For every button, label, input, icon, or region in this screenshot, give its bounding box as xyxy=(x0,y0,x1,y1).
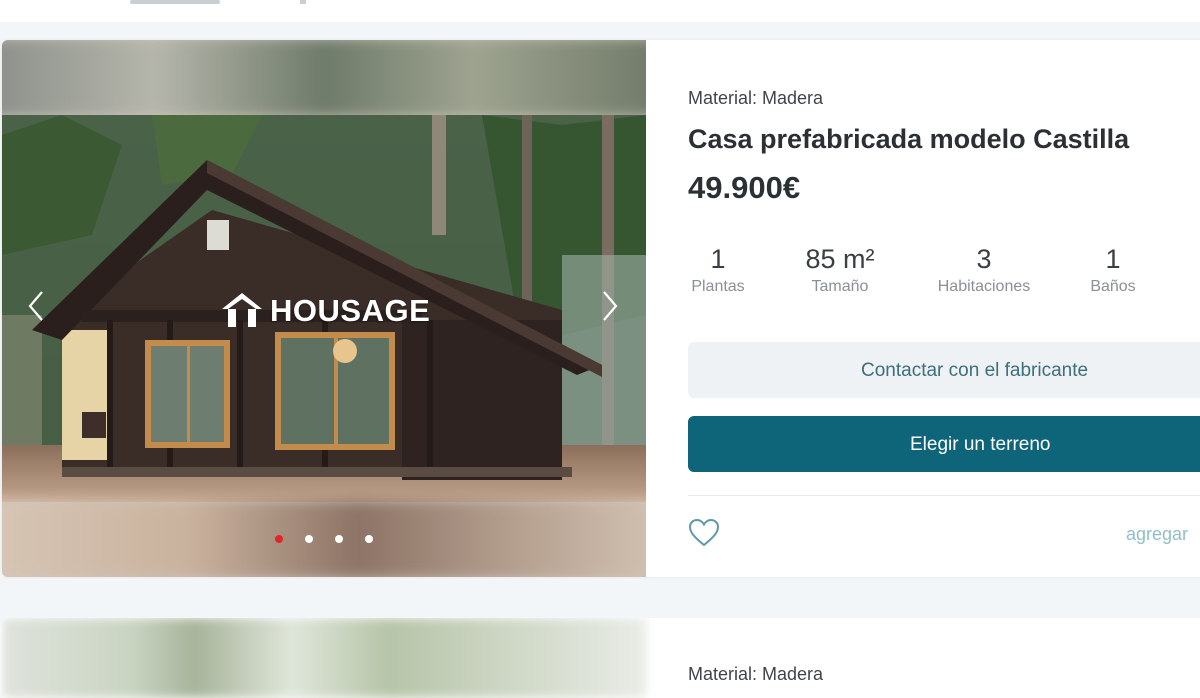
heart-icon xyxy=(688,518,720,547)
stat-floors: 1 Plantas xyxy=(688,242,748,296)
stat-bathrooms: 1 Baños xyxy=(1086,242,1140,296)
listing-price: 49.900€ xyxy=(688,170,801,205)
stat-label: Plantas xyxy=(691,278,745,295)
stat-value: 1 xyxy=(710,244,726,274)
image-gallery: HOUSAGE xyxy=(2,40,646,577)
stat-value: 1 xyxy=(1105,244,1121,274)
stat-rooms: 3 Habitaciones xyxy=(928,242,1040,296)
stat-value: 85 m² xyxy=(805,244,875,274)
stat-size: 85 m² Tamaño xyxy=(796,242,884,296)
breadcrumb-fragment xyxy=(130,0,220,4)
add-link[interactable]: agregar xyxy=(1126,524,1188,545)
gallery-next-button[interactable] xyxy=(598,286,622,326)
gallery-dot-4[interactable] xyxy=(365,535,373,543)
gallery-dot-2[interactable] xyxy=(305,535,313,543)
stat-label: Tamaño xyxy=(811,278,869,295)
contact-manufacturer-button[interactable]: Contactar con el fabricante xyxy=(688,342,1200,398)
stat-label: Habitaciones xyxy=(937,278,1031,295)
material-label: Material: Madera xyxy=(688,88,824,108)
gallery-dot-3[interactable] xyxy=(335,535,343,543)
listing-card: HOUSAGE Material: Madera Casa prefabrica… xyxy=(2,40,1200,577)
next-listing-card: Material: Madera xyxy=(2,618,1200,698)
contact-button-label: Contactar con el fabricante xyxy=(861,360,1089,381)
breadcrumb-fragment xyxy=(300,0,306,4)
gallery-prev-button[interactable] xyxy=(24,286,48,326)
listing-info: Material: Madera Casa prefabricada model… xyxy=(646,40,1200,577)
gallery-dot-1[interactable] xyxy=(275,535,283,543)
divider xyxy=(688,495,1200,496)
choose-terrain-button[interactable]: Elegir un terreno xyxy=(688,416,1200,472)
stat-label: Baños xyxy=(1090,278,1136,295)
listing-title[interactable]: Casa prefabricada modelo Castilla xyxy=(688,124,1129,155)
watermark-logo: HOUSAGE xyxy=(220,289,440,333)
stat-value: 3 xyxy=(976,244,992,274)
terrain-button-label: Elegir un terreno xyxy=(910,434,1051,455)
top-strip xyxy=(0,0,1200,22)
watermark-text: HOUSAGE xyxy=(270,293,431,328)
chevron-left-icon xyxy=(28,291,43,321)
gallery-blur-top xyxy=(2,40,646,117)
favorite-button[interactable] xyxy=(688,518,720,548)
gallery-pagination xyxy=(268,530,388,550)
chevron-right-icon xyxy=(603,291,618,321)
next-listing-gallery xyxy=(2,618,646,698)
